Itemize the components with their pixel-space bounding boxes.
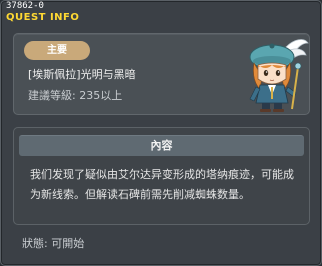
quest-type-badge: 主要: [24, 41, 90, 60]
window-title: QUEST INFO: [6, 12, 80, 23]
recommended-level: 建議等級: 235以上: [28, 89, 123, 102]
quest-status: 狀態: 可開始: [22, 237, 85, 250]
content-header: 內容: [19, 135, 304, 156]
npc-character-icon: [249, 39, 309, 112]
quest-info-window: 37862-0 QUEST INFO 主要 [埃斯佩拉]光明与黑暗 建議等級: …: [0, 0, 322, 266]
quest-content-panel: 內容 我们发现了疑似由艾尔达异变形成的塔纳痕迹，可能成为新线索。但解读石碑前需先…: [13, 127, 310, 225]
content-description: 我们发现了疑似由艾尔达异变形成的塔纳痕迹，可能成为新线索。但解读石碑前需先削减蜘…: [30, 168, 294, 201]
quest-name: [埃斯佩拉]光明与黑暗: [28, 68, 136, 81]
quest-summary-panel: 主要 [埃斯佩拉]光明与黑暗 建議等級: 235以上: [13, 33, 310, 115]
